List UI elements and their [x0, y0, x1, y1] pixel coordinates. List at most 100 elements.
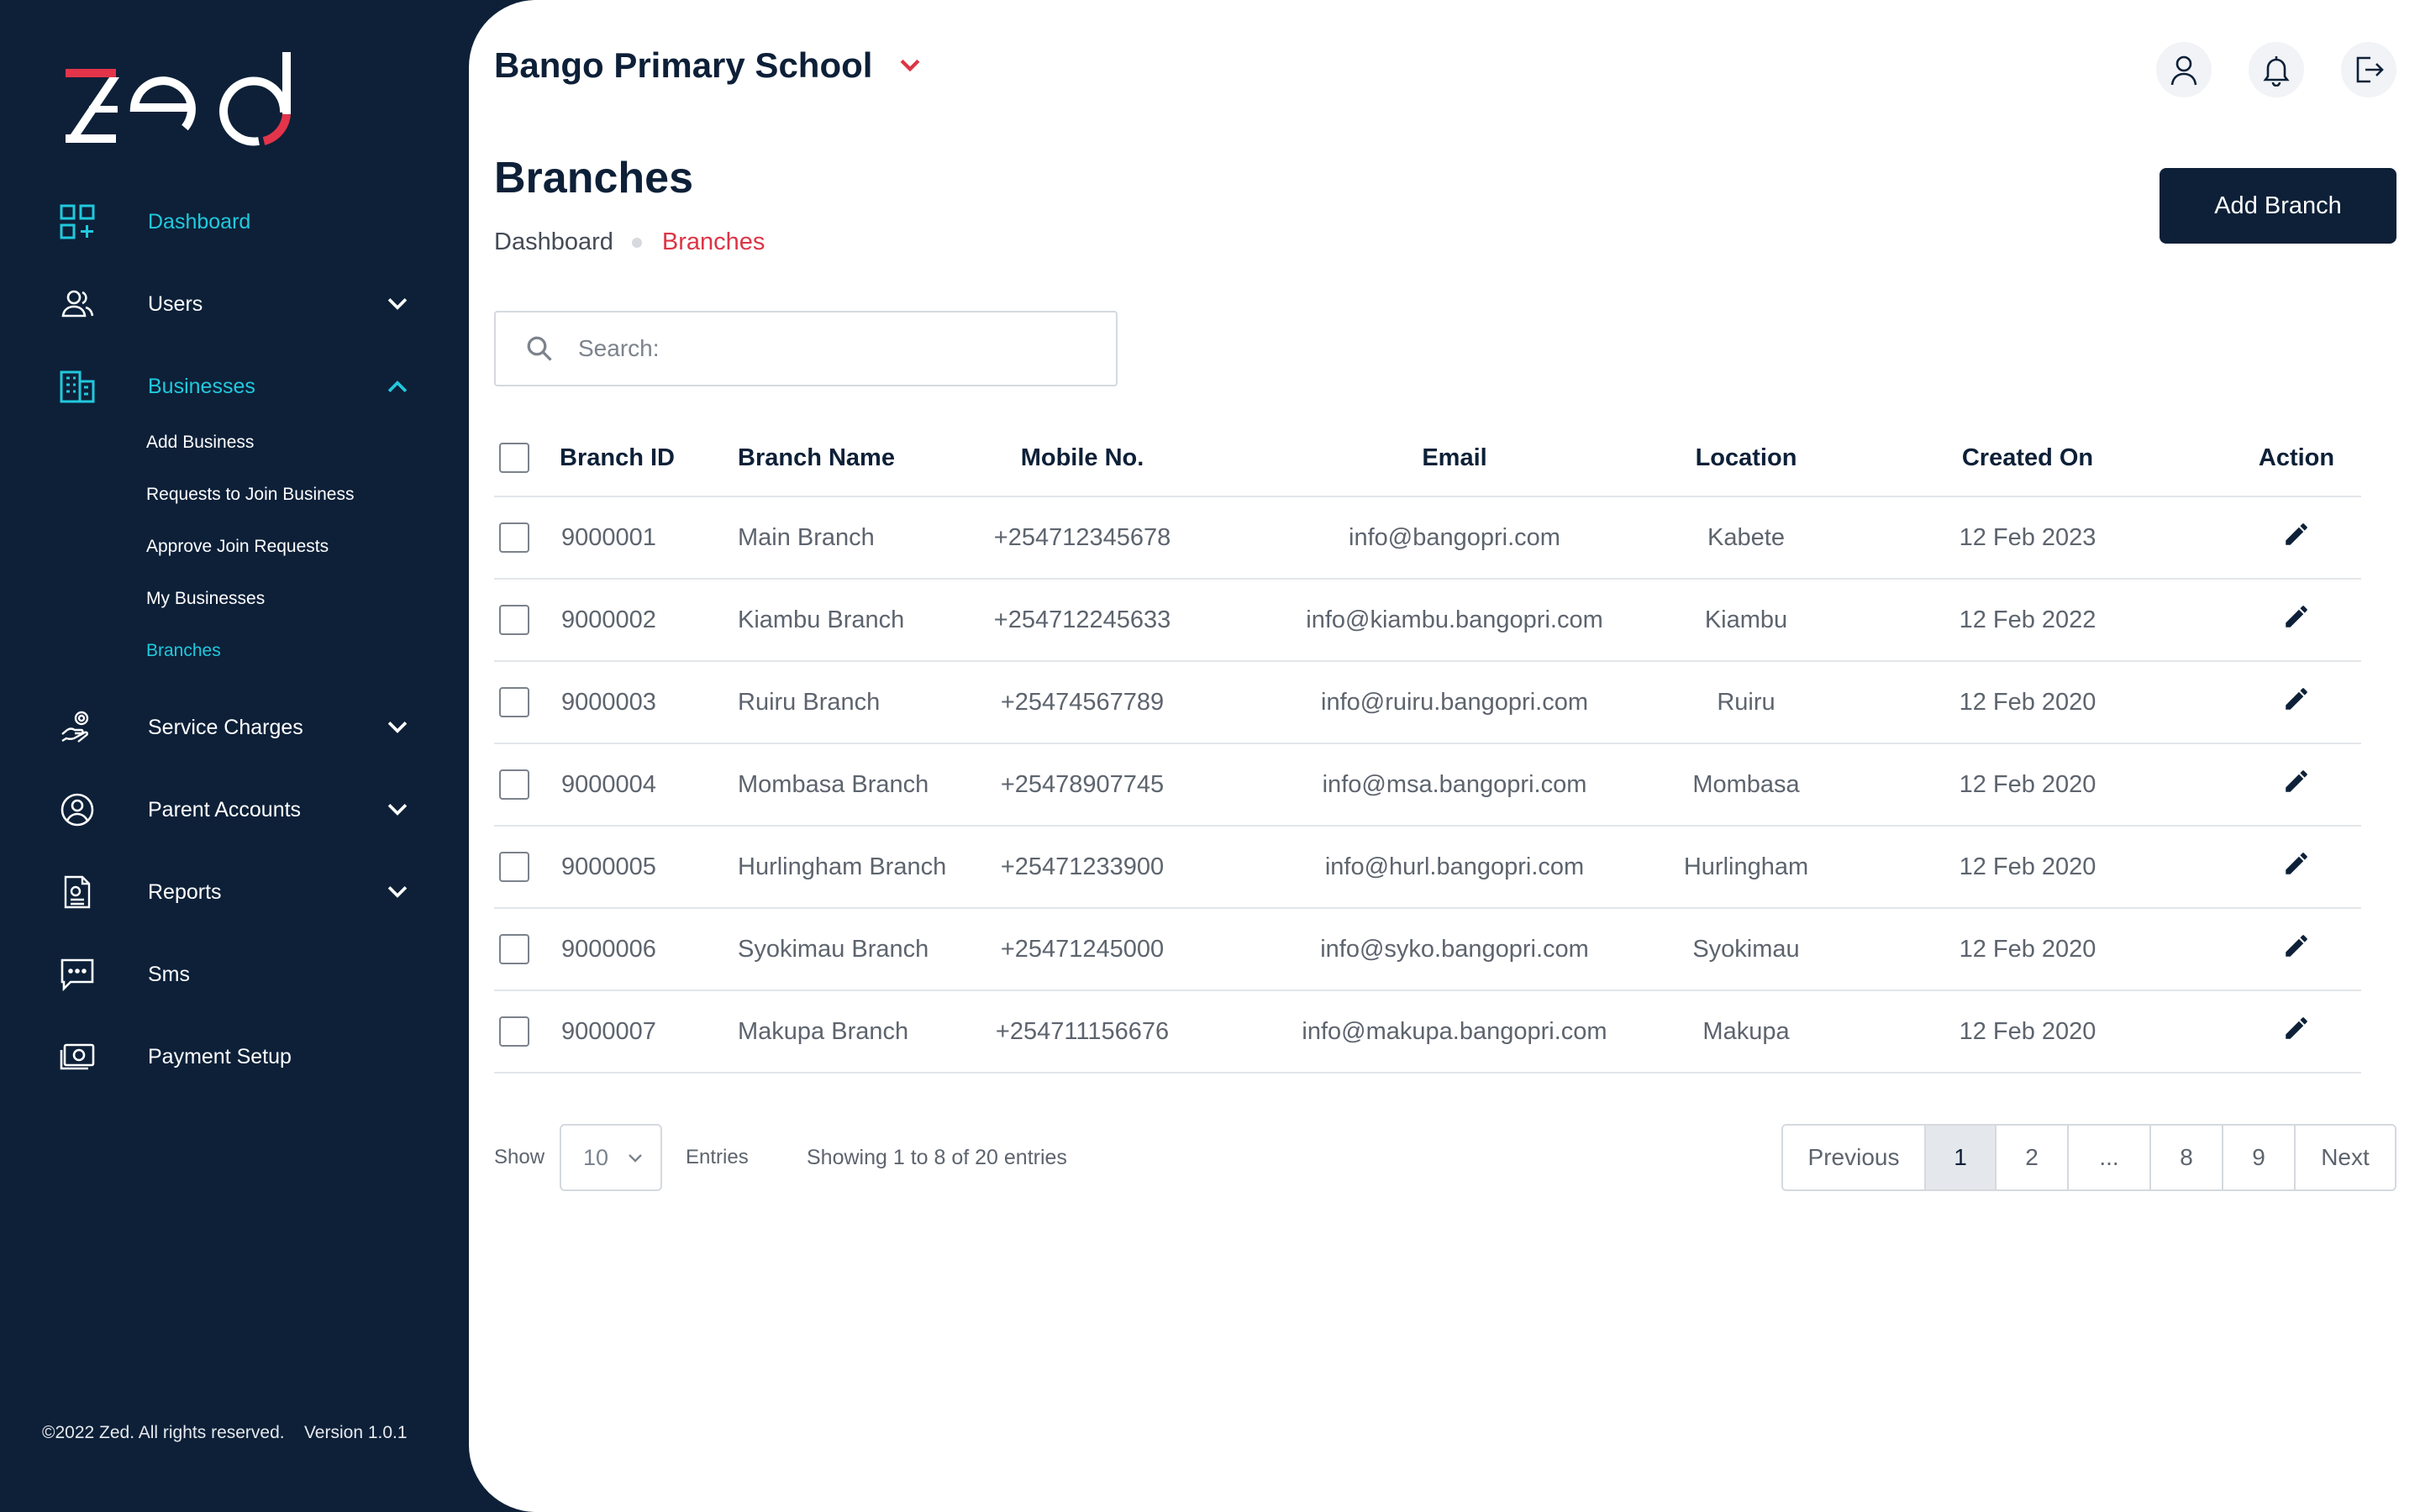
cash-icon [59, 1036, 108, 1078]
edit-button[interactable] [2282, 849, 2311, 885]
pagination: Previous 1 2 ... 8 9 Next [1781, 1124, 2396, 1191]
column-header-branch-name[interactable]: Branch Name [738, 444, 895, 472]
row-checkbox[interactable] [499, 1016, 529, 1047]
sidebar-item-label: Reports [148, 879, 222, 904]
column-header-email[interactable]: Email [1422, 444, 1486, 472]
cell-mobile: +25471245000 [1000, 935, 1165, 963]
edit-button[interactable] [2282, 932, 2311, 967]
main-panel: Bango Primary School Branches Dashboard … [469, 0, 2420, 1512]
profile-button[interactable] [2156, 42, 2212, 97]
cell-location: Kiambu [1704, 606, 1788, 633]
cell-email: info@syko.bangopri.com [1320, 935, 1589, 963]
chevron-down-icon[interactable] [383, 795, 412, 824]
chevron-down-icon[interactable] [383, 713, 412, 742]
sidebar-item-service-charges[interactable]: Service Charges [59, 702, 412, 753]
search-icon [527, 336, 552, 361]
row-checkbox[interactable] [499, 605, 529, 635]
cell-branch-id: 9000002 [561, 606, 656, 633]
cell-location: Hurlingham [1683, 853, 1809, 880]
sub-item-add-business[interactable]: Add Business [146, 433, 254, 453]
sidebar-item-users[interactable]: Users [59, 279, 412, 329]
table-row[interactable]: 9000003 Ruiru Branch +25474567789 info@r… [494, 662, 2361, 744]
table-row[interactable]: 9000006 Syokimau Branch +25471245000 inf… [494, 909, 2361, 991]
notifications-button[interactable] [2249, 42, 2304, 97]
entries-per-page-select[interactable]: 10 [560, 1124, 662, 1191]
page-button-2[interactable]: 2 [1995, 1126, 2067, 1189]
sub-item-requests-to-join[interactable]: Requests to Join Business [146, 485, 354, 505]
sidebar-item-dashboard[interactable]: Dashboard [59, 197, 412, 247]
cell-branch-id: 9000004 [561, 770, 656, 798]
logout-button[interactable] [2341, 42, 2396, 97]
sub-item-my-businesses[interactable]: My Businesses [146, 589, 265, 609]
page-title: Branches [494, 154, 693, 202]
table-row[interactable]: 9000004 Mombasa Branch +25478907745 info… [494, 744, 2361, 827]
cell-mobile: +254711156676 [995, 1017, 1170, 1045]
select-all-checkbox[interactable] [499, 443, 529, 473]
report-document-icon [59, 871, 108, 913]
sidebar-item-businesses[interactable]: Businesses [59, 361, 412, 412]
cell-branch-id: 9000006 [561, 935, 656, 963]
sidebar-item-label: Payment Setup [148, 1044, 292, 1068]
column-header-branch-id[interactable]: Branch ID [560, 444, 675, 472]
edit-button[interactable] [2282, 1014, 2311, 1049]
row-checkbox[interactable] [499, 687, 529, 717]
cell-created-on: 12 Feb 2023 [1959, 523, 2096, 551]
column-header-mobile[interactable]: Mobile No. [1021, 444, 1144, 472]
sidebar-item-parent-accounts[interactable]: Parent Accounts [59, 785, 412, 835]
sub-item-approve-join-requests[interactable]: Approve Join Requests [146, 537, 329, 557]
column-header-created-on[interactable]: Created On [1962, 444, 2093, 472]
column-header-location[interactable]: Location [1696, 444, 1797, 472]
next-page-button[interactable]: Next [2294, 1126, 2395, 1189]
table-row[interactable]: 9000005 Hurlingham Branch +25471233900 i… [494, 827, 2361, 909]
sidebar-item-label: Businesses [148, 374, 255, 398]
cell-email: info@bangopri.com [1349, 523, 1560, 551]
header-actions [2156, 42, 2396, 97]
pencil-icon [2286, 606, 2307, 627]
chevron-down-icon[interactable] [383, 878, 412, 906]
sidebar-item-reports[interactable]: Reports [59, 867, 412, 917]
showing-entries-text: Showing 1 to 8 of 20 entries [807, 1146, 1067, 1169]
row-checkbox[interactable] [499, 934, 529, 964]
chevron-down-icon[interactable] [383, 290, 412, 318]
edit-button[interactable] [2282, 520, 2311, 555]
cell-mobile: +254712345678 [993, 523, 1171, 551]
edit-button[interactable] [2282, 602, 2311, 638]
row-checkbox[interactable] [499, 769, 529, 800]
sidebar-item-sms[interactable]: Sms [59, 949, 412, 1000]
table-row[interactable]: 9000002 Kiambu Branch +254712245633 info… [494, 580, 2361, 662]
page-button-1[interactable]: 1 [1924, 1126, 1995, 1189]
column-header-action: Action [2258, 444, 2335, 471]
pencil-icon [2286, 688, 2307, 710]
cell-branch-name: Ruiru Branch [738, 688, 881, 716]
search-box[interactable] [494, 311, 1118, 386]
cell-location: Ruiru [1717, 688, 1776, 716]
table-row[interactable]: 9000001 Main Branch +254712345678 info@b… [494, 497, 2361, 580]
user-circle-icon [59, 789, 108, 831]
edit-button[interactable] [2282, 767, 2311, 802]
cell-branch-id: 9000003 [561, 688, 656, 716]
page-button-8[interactable]: 8 [2149, 1126, 2222, 1189]
cell-created-on: 12 Feb 2020 [1959, 1017, 2096, 1045]
add-branch-button[interactable]: Add Branch [2160, 168, 2396, 244]
sidebar-item-payment-setup[interactable]: Payment Setup [59, 1032, 412, 1082]
zed-logo[interactable] [64, 47, 316, 148]
entries-value: 10 [583, 1144, 609, 1170]
page-button-9[interactable]: 9 [2222, 1126, 2294, 1189]
edit-button[interactable] [2282, 685, 2311, 720]
cell-location: Makupa [1702, 1017, 1790, 1045]
cell-created-on: 12 Feb 2022 [1959, 606, 2096, 633]
row-checkbox[interactable] [499, 522, 529, 553]
breadcrumb: Dashboard Branches [494, 228, 765, 256]
sub-item-branches[interactable]: Branches [146, 641, 221, 661]
previous-page-button[interactable]: Previous [1783, 1126, 1924, 1189]
breadcrumb-dashboard[interactable]: Dashboard [494, 228, 613, 256]
page-ellipsis: ... [2067, 1126, 2149, 1189]
cell-created-on: 12 Feb 2020 [1959, 770, 2096, 798]
school-selector[interactable]: Bango Primary School [494, 45, 924, 86]
chevron-up-icon[interactable] [383, 372, 412, 401]
cell-branch-name: Makupa Branch [738, 1017, 909, 1045]
search-input[interactable] [578, 335, 1082, 362]
cell-branch-id: 9000007 [561, 1017, 656, 1045]
row-checkbox[interactable] [499, 852, 529, 882]
table-row[interactable]: 9000007 Makupa Branch +254711156676 info… [494, 991, 2361, 1074]
